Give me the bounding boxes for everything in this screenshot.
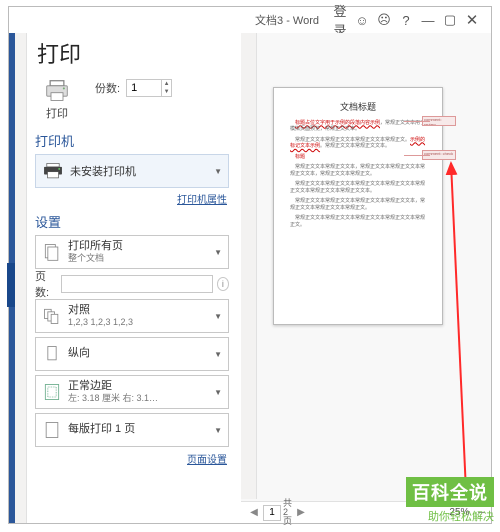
info-icon[interactable]: i — [217, 277, 229, 291]
chevron-up-icon[interactable]: ▲ — [161, 80, 171, 88]
pages-icon — [42, 242, 62, 262]
copies-stepper[interactable]: ▲▼ — [126, 79, 172, 97]
margins-l2: 左: 3.18 厘米 右: 3.1… — [68, 393, 214, 404]
prev-page-button[interactable]: ◀ — [247, 507, 261, 518]
vertical-ruler — [241, 33, 257, 499]
collate-l2: 1,2,3 1,2,3 1,2,3 — [68, 317, 214, 328]
chevron-down-icon: ▼ — [214, 312, 222, 321]
chevron-down-icon: ▼ — [214, 350, 222, 359]
page-setup-link[interactable]: 页面设置 — [35, 451, 227, 466]
page-total: 共2页 — [283, 499, 292, 526]
preview-title: 文档标题 — [290, 102, 426, 114]
margins-selector[interactable]: 正常边距左: 3.18 厘米 右: 3.1… ▼ — [35, 375, 229, 409]
chevron-down-icon[interactable]: ▼ — [161, 88, 171, 96]
sheet-icon — [42, 420, 62, 440]
printer-heading: 打印机 — [35, 131, 229, 150]
pages-label: 页数: — [35, 268, 57, 300]
maximize-icon[interactable]: ▢ — [439, 12, 461, 28]
chevron-down-icon: ▼ — [214, 426, 222, 435]
close-icon[interactable]: ✕ — [461, 11, 483, 29]
print-button[interactable]: 打印 — [35, 79, 79, 121]
next-page-button[interactable]: ▶ — [294, 507, 308, 518]
printer-properties-link[interactable]: 打印机属性 — [35, 191, 227, 206]
orient-l1: 纵向 — [68, 347, 214, 360]
watermark-sub: 助你轻松解决 — [406, 508, 494, 524]
printer-name: 未安装打印机 — [70, 163, 214, 179]
watermark: 百科全说 助你轻松解决 — [406, 477, 494, 524]
settings-heading: 设置 — [35, 212, 229, 231]
scroll-gutter — [15, 33, 27, 523]
comment-connector — [404, 155, 430, 156]
copies-input[interactable] — [127, 80, 161, 96]
pages-per-sheet-selector[interactable]: 每版打印 1 页 ▼ — [35, 413, 229, 447]
page-number-input[interactable] — [263, 505, 281, 521]
page-title: 打印 — [37, 37, 229, 69]
print-scope-selector[interactable]: 打印所有页整个文档 ▼ — [35, 235, 229, 269]
face-frown-icon[interactable]: ☹ — [373, 12, 395, 28]
scope-l1: 打印所有页 — [68, 240, 214, 253]
margins-icon — [42, 382, 62, 402]
chevron-down-icon: ▼ — [214, 248, 222, 257]
pages-input[interactable] — [61, 275, 213, 293]
collate-icon — [42, 306, 62, 326]
collate-selector[interactable]: 对照1,2,3 1,2,3 1,2,3 ▼ — [35, 299, 229, 333]
printer-selector[interactable]: 未安装打印机 ▼ — [35, 154, 229, 188]
margins-l1: 正常边距 — [68, 380, 214, 393]
orientation-selector[interactable]: 纵向 ▼ — [35, 337, 229, 371]
help-icon[interactable]: ? — [395, 13, 417, 28]
minimize-icon[interactable]: — — [417, 13, 439, 28]
watermark-title: 百科全说 — [406, 477, 494, 507]
chevron-down-icon: ▼ — [214, 167, 222, 176]
collate-l1: 对照 — [68, 304, 214, 317]
page-preview: 文档标题 标题占位文字用于示例的段落内容示例，常规正文文本用于模拟页面预览，常规… — [273, 87, 443, 325]
copies-label: 份数: — [95, 80, 120, 96]
printer-icon — [43, 79, 71, 103]
print-button-label: 打印 — [46, 105, 68, 121]
comment-connector — [404, 121, 430, 122]
face-smile-icon[interactable]: ☺ — [351, 13, 373, 28]
window-title: 文档3 - Word — [255, 12, 319, 28]
scope-l2: 整个文档 — [68, 253, 214, 264]
portrait-icon — [42, 344, 62, 364]
chevron-down-icon: ▼ — [214, 388, 222, 397]
sheets-l1: 每版打印 1 页 — [68, 423, 214, 436]
printer-icon — [42, 162, 64, 180]
backstage-edge — [9, 33, 15, 523]
